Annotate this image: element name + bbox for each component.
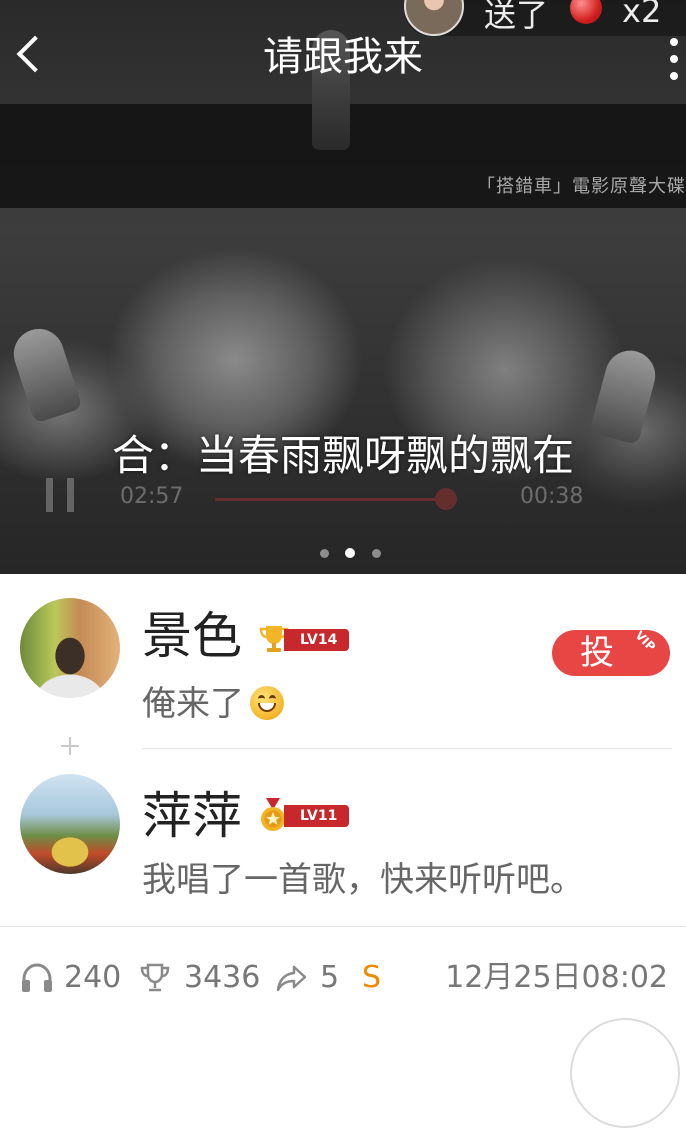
grinning-face-icon: [250, 686, 284, 720]
commenter-name[interactable]: 景色: [142, 606, 242, 666]
more-dot-icon: [670, 38, 678, 46]
divider: [0, 926, 686, 927]
progress-track: [215, 498, 445, 501]
pager-dot[interactable]: [320, 549, 329, 558]
trophy-count: 3436: [184, 960, 261, 995]
more-dot-icon: [670, 72, 678, 80]
listen-count: 240: [64, 960, 122, 995]
pager-dot-active[interactable]: [345, 548, 355, 558]
mouth: [258, 703, 276, 712]
gift-count: x2: [622, 0, 662, 30]
pager-dots: [318, 546, 388, 560]
more-options-button[interactable]: [660, 34, 686, 84]
page-title: 请跟我来: [263, 34, 423, 80]
poster-caption: 「搭錯車」電影原聲大碟: [477, 176, 686, 197]
trophy-outline-icon: [140, 963, 170, 992]
more-dot-icon: [670, 55, 678, 63]
divider: [142, 748, 672, 749]
avatar[interactable]: [20, 774, 120, 874]
eye: [269, 695, 276, 703]
microphone-image: [7, 322, 83, 424]
vote-button[interactable]: 投 VIP: [552, 630, 670, 676]
time-elapsed: 02:57: [120, 484, 184, 509]
post-timestamp: 12月25日08:02: [445, 960, 668, 995]
commenter-name[interactable]: 萍萍: [142, 786, 242, 846]
level-badge: LV14: [284, 629, 350, 651]
share-count: 5: [320, 960, 340, 995]
eye: [258, 695, 265, 703]
lyric-line: 合：当春雨飘呀飘的飘在: [111, 431, 574, 480]
song-cover-player[interactable]: 「搭錯車」電影原聲大碟 02:57 00:38 合：当春雨飘呀飘的飘在: [0, 0, 686, 574]
vote-label: 投: [580, 633, 614, 673]
share-arrow-icon: [276, 965, 307, 992]
headphones-icon: [22, 963, 52, 992]
s-grade-badge: S: [362, 960, 382, 995]
level-badge: LV11: [284, 805, 350, 827]
avatar[interactable]: [20, 598, 120, 698]
vip-tag: VIP: [632, 630, 659, 654]
time-total: 00:38: [520, 484, 584, 509]
plus-icon: [60, 736, 80, 756]
comment-text: 我唱了一首歌，快来听听吧。: [142, 860, 584, 900]
comment-text: 俺来了: [142, 684, 244, 724]
next-item-peek: [570, 1018, 680, 1128]
pager-dot[interactable]: [372, 549, 381, 558]
progress-knob[interactable]: [435, 488, 457, 510]
